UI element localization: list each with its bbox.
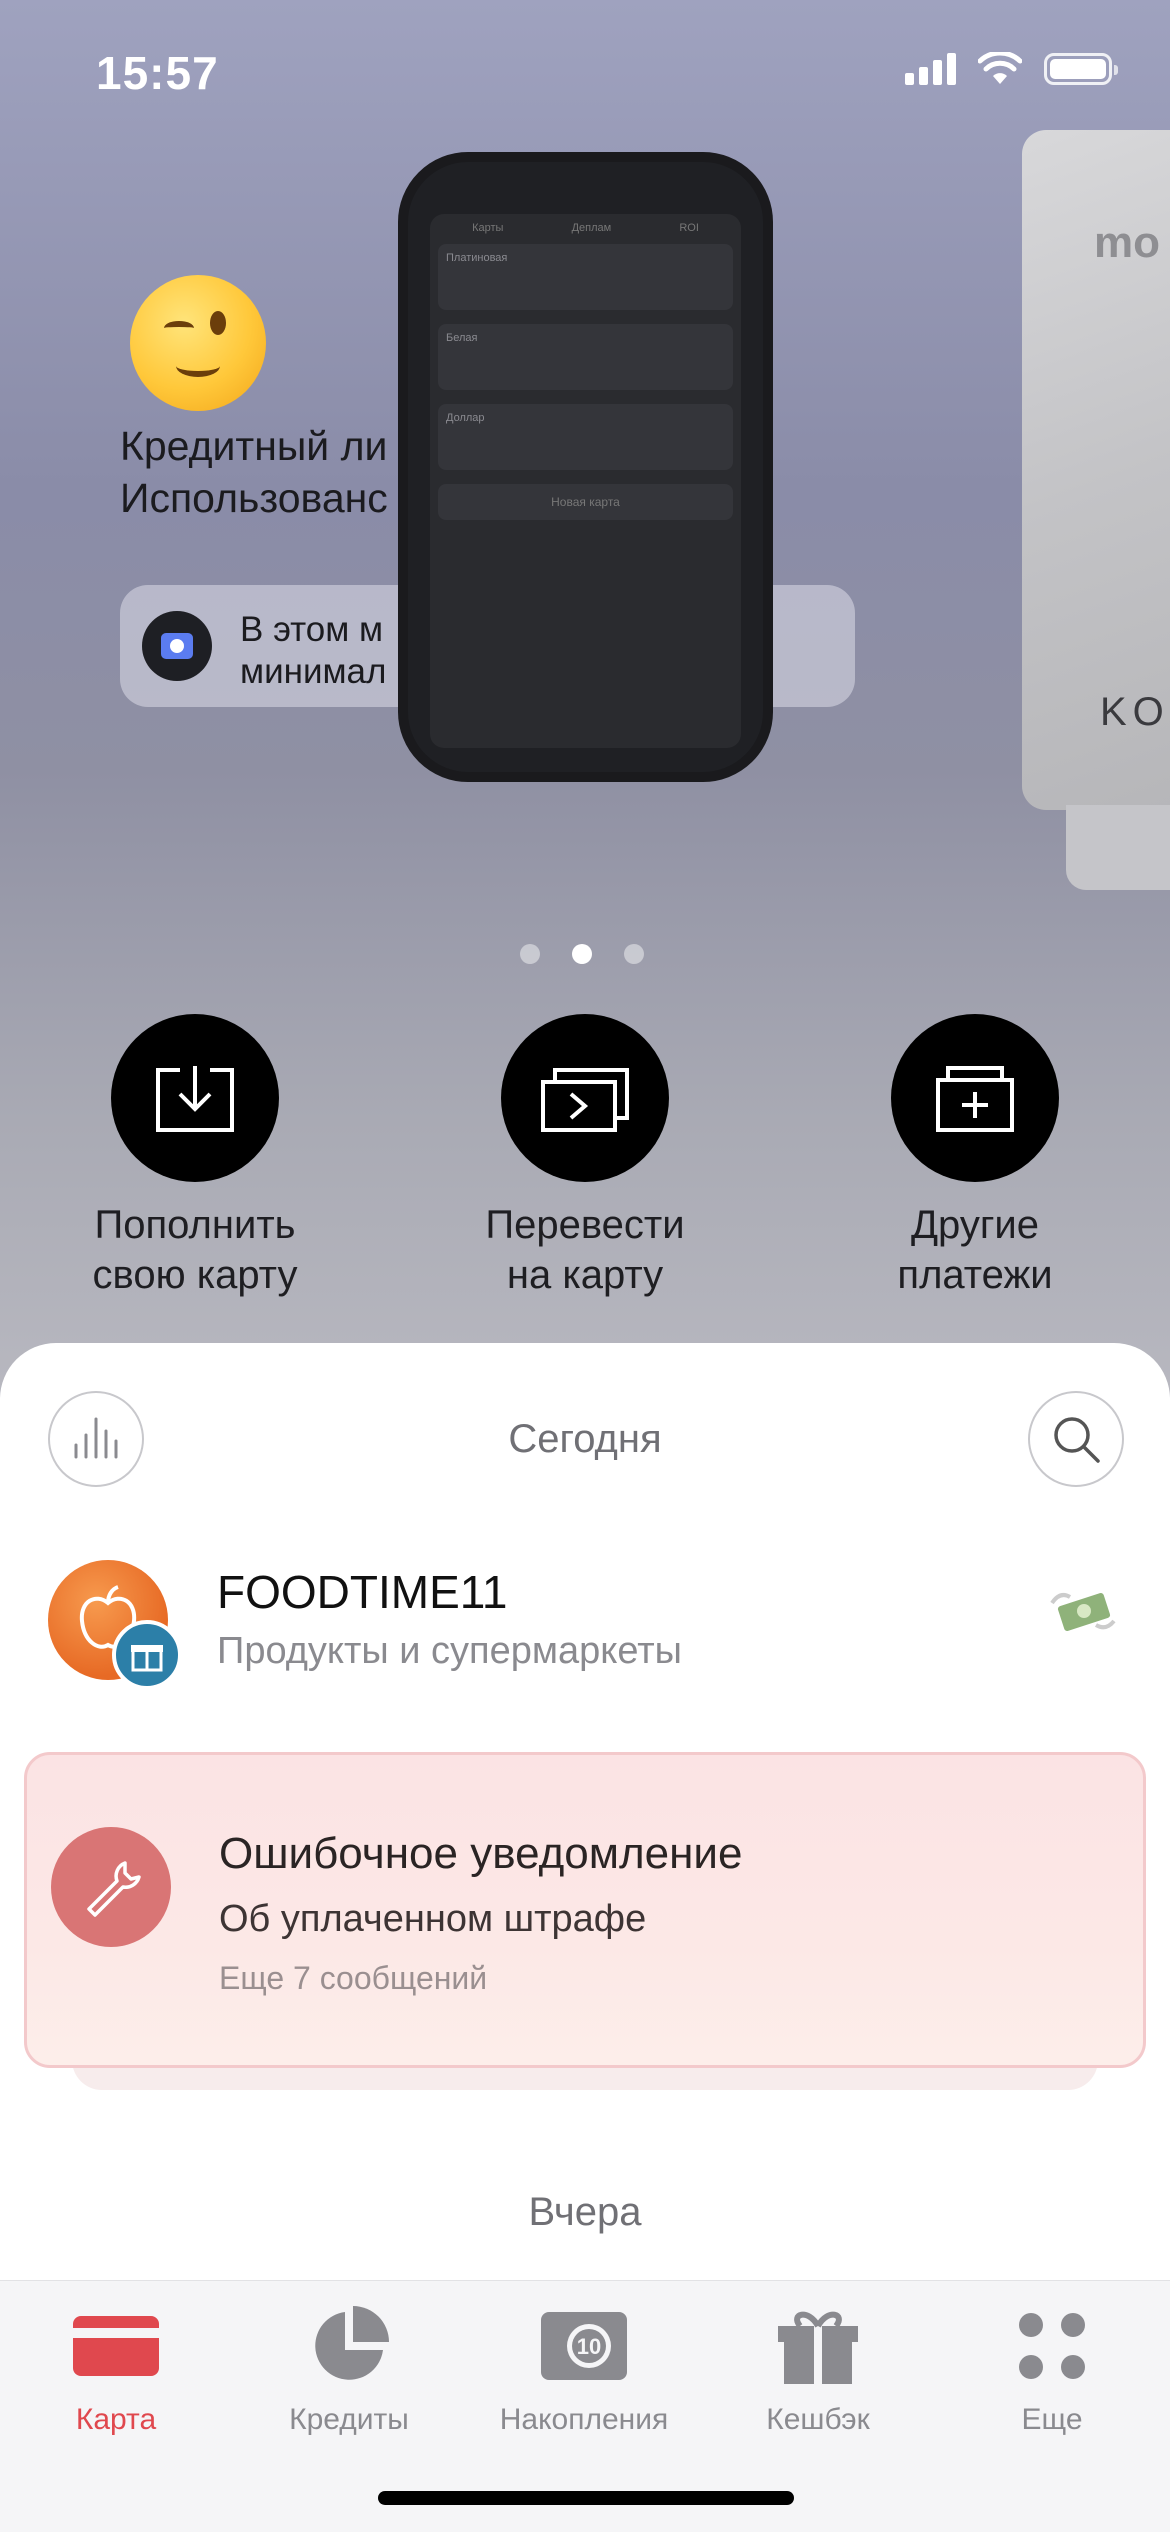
merchant-category: Продукты и супермаркеты [217, 1630, 682, 1672]
winking-face-icon [130, 275, 266, 411]
money-wings-icon [1050, 1593, 1116, 1631]
tab-cashback[interactable]: Кешбэк [718, 2303, 918, 2437]
phone-tab: Карты [472, 222, 504, 234]
phone-card-row: Платиновая [438, 244, 733, 310]
phone-new-card: Новая карта [438, 484, 733, 520]
search-button[interactable] [1028, 1391, 1124, 1487]
tab-bar: Карта Кредиты 10 Накопления Кешбэк Еще [0, 2280, 1170, 2532]
wifi-icon [978, 52, 1022, 84]
camera-icon [142, 611, 212, 681]
phone-tab: ROI [679, 222, 699, 234]
carousel-dot-active[interactable] [572, 944, 592, 964]
savings-10-icon: 10 [484, 2303, 684, 2389]
tab-card[interactable]: Карта [16, 2303, 216, 2437]
add-folder-icon [891, 1014, 1059, 1182]
credit-limit-text: Кредитный ли Использованс [120, 423, 388, 521]
action-label: на карту [506, 1253, 664, 1297]
carousel-dot[interactable] [624, 944, 644, 964]
phone-card-row: Доллар [438, 404, 733, 470]
action-label: Пополнить [94, 1203, 296, 1247]
notification-more[interactable]: Еще 7 сообщений [219, 1960, 487, 1997]
action-label: свою карту [92, 1253, 298, 1297]
pie-chart-icon [249, 2303, 449, 2389]
tab-label: Накопления [499, 2403, 669, 2436]
notification-title: Ошибочное уведомление [219, 1829, 743, 1878]
tab-label: Кредиты [289, 2403, 409, 2436]
other-payments-button[interactable]: Другие платежи [825, 1014, 1125, 1300]
section-yesterday: Вчера [528, 2190, 642, 2234]
info-line-1: В этом м [240, 610, 384, 649]
info-line-2: минимал [240, 652, 387, 691]
action-label: Перевести [485, 1203, 685, 1247]
wrench-icon [51, 1827, 171, 1947]
metal-card[interactable]: mo KOS [1022, 130, 1170, 810]
action-label: Другие [910, 1203, 1040, 1247]
top-up-card-button[interactable]: Пополнить свою карту [45, 1014, 345, 1300]
tab-more[interactable]: Еще [952, 2303, 1152, 2437]
tab-savings[interactable]: 10 Накопления [484, 2303, 684, 2437]
promo-hero: 15:57 Кредитный ли Использованс В этом м… [0, 0, 1170, 1400]
card-brand: mo [1094, 218, 1160, 267]
carousel-dot[interactable] [520, 944, 540, 964]
tab-label: Кешбэк [766, 2403, 870, 2436]
transfer-to-card-button[interactable]: Перевести на карту [435, 1014, 735, 1300]
battery-icon [1044, 53, 1118, 85]
tab-credits[interactable]: Кредиты [249, 2303, 449, 2437]
card-name: KOS [1100, 690, 1170, 734]
card-icon [16, 2303, 216, 2389]
transfer-cards-icon [501, 1014, 669, 1182]
section-today: Сегодня [508, 1417, 662, 1461]
card-stack-edge [1066, 805, 1170, 890]
action-label: платежи [897, 1253, 1053, 1297]
gift-icon [112, 1620, 182, 1690]
gift-icon [718, 2303, 918, 2389]
merchant-name: FOODTIME11 [217, 1566, 508, 1618]
phone-card-row: Белая [438, 324, 733, 390]
svg-text:10: 10 [577, 2334, 601, 2359]
notification-card[interactable]: Ошибочное уведомление Об уплаченном штра… [24, 1752, 1146, 2068]
phone-mockup: Карты Деплам ROI Платиновая Белая Доллар… [398, 152, 773, 782]
tab-label: Карта [75, 2403, 157, 2436]
home-indicator[interactable] [378, 2491, 794, 2505]
phone-tab: Деплам [571, 222, 612, 234]
tab-label: Еще [1021, 2403, 1083, 2436]
carousel-dots[interactable] [520, 944, 644, 964]
cellular-signal-icon [905, 53, 956, 85]
search-icon [1054, 1417, 1100, 1463]
status-time: 15:57 [96, 47, 219, 99]
grid-dots-icon [952, 2303, 1152, 2389]
notification-subtitle: Об уплаченном штрафе [219, 1898, 647, 1940]
status-icons [905, 52, 1118, 86]
download-tray-icon [111, 1014, 279, 1182]
